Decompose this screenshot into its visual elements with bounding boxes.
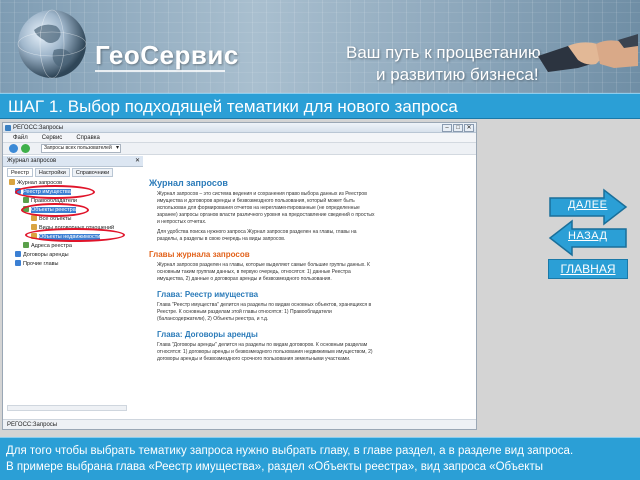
banner-slogan: Ваш путь к процветанию и развитию бизнес… xyxy=(346,42,541,86)
maximize-icon[interactable]: □ xyxy=(453,124,463,132)
close-icon[interactable]: ✕ xyxy=(464,124,474,132)
book-icon xyxy=(15,251,21,257)
tab-settings[interactable]: Настройки xyxy=(34,168,70,177)
toolbar: Запросы всех пользователей xyxy=(3,143,476,155)
slogan-line-2: и развитию бизнеса! xyxy=(376,65,539,84)
folder-icon xyxy=(9,179,15,185)
query-filter-select[interactable]: Запросы всех пользователей xyxy=(41,144,121,153)
handshake-icon xyxy=(538,34,638,72)
window-title: РЕГОСС:Запросы xyxy=(13,125,64,131)
back-icon[interactable] xyxy=(9,144,18,153)
screenshot-area: РЕГОСС:Запросы – □ ✕ Файл Сервис Справка… xyxy=(0,119,640,437)
leases-heading: Глава: Договоры аренды xyxy=(157,330,258,339)
tab-references[interactable]: Справочники xyxy=(71,168,114,177)
query-tree: Журнал запросов Реестр имущества Правооб… xyxy=(7,179,125,399)
step-title: ШАГ 1. Выбор подходящей тематики для нов… xyxy=(8,97,458,116)
add-icon[interactable] xyxy=(21,144,30,153)
highlight-ring-chapter xyxy=(15,185,95,199)
menu-help[interactable]: Справка xyxy=(76,133,100,142)
highlight-ring-query xyxy=(25,228,125,242)
menu-service[interactable]: Сервис xyxy=(42,133,63,142)
registry-text: Глава "Реестр имущества" делится на разд… xyxy=(157,302,372,322)
instruction-line-2: В примере выбрана глава «Реестр имуществ… xyxy=(6,461,543,473)
chapters-text: Журнал запросов разделен на главы, котор… xyxy=(157,262,370,282)
status-bar: РЕГОСС:Запросы xyxy=(3,419,476,429)
tab-registry[interactable]: Реестр xyxy=(7,168,33,177)
logo-underline xyxy=(95,70,225,72)
highlight-ring-section xyxy=(21,203,89,217)
tree-node[interactable]: Прочие главы xyxy=(7,260,125,269)
help-content: Журнал запросов Журнал запросов – это си… xyxy=(143,168,473,418)
step-title-bar: ШАГ 1. Выбор подходящей тематики для нов… xyxy=(0,93,640,119)
app-icon xyxy=(5,125,11,131)
back-label: НАЗАД xyxy=(568,230,608,242)
registry-heading: Глава: Реестр имущества xyxy=(157,290,259,299)
leases-text: Глава "Договоры аренды" делится на разде… xyxy=(157,342,373,362)
window-titlebar: РЕГОСС:Запросы – □ ✕ xyxy=(3,123,476,133)
minimize-icon[interactable]: – xyxy=(442,124,452,132)
document-icon xyxy=(31,224,37,230)
content-intro-2: Для удобства поиска нужного запроса Журн… xyxy=(157,229,357,242)
menu-bar: Файл Сервис Справка xyxy=(3,133,476,143)
app-window: РЕГОСС:Запросы – □ ✕ Файл Сервис Справка… xyxy=(2,122,477,430)
panel-tabs: Реестр Настройки Справочники xyxy=(7,168,114,177)
instruction-footer: Для того чтобы выбрать тематику запроса … xyxy=(0,437,640,480)
tree-node[interactable]: Адреса реестра xyxy=(7,242,125,251)
back-button[interactable]: НАЗАД xyxy=(548,219,628,257)
slogan-line-1: Ваш путь к процветанию xyxy=(346,43,541,62)
menu-file[interactable]: Файл xyxy=(13,133,28,142)
company-logo-text: ГеоСервис xyxy=(95,40,239,70)
next-label: ДАЛЕЕ xyxy=(568,199,608,211)
header-banner: ГеоСервис Ваш путь к процветанию и разви… xyxy=(0,0,640,93)
instruction-line-1: Для того чтобы выбрать тематику запроса … xyxy=(6,445,574,457)
content-title: Журнал запросов xyxy=(149,178,228,188)
tree-scrollbar[interactable] xyxy=(7,405,127,411)
tree-node[interactable]: Договоры аренды xyxy=(7,251,125,260)
chapters-heading: Главы журнала запросов xyxy=(149,250,250,259)
folder-icon xyxy=(23,197,29,203)
book-icon xyxy=(15,260,21,266)
main-page-link[interactable]: ГЛАВНАЯ xyxy=(548,259,628,279)
panel-header: Журнал запросов xyxy=(3,156,143,167)
window-controls: – □ ✕ xyxy=(442,124,474,132)
folder-icon xyxy=(23,242,29,248)
globe-logo-icon xyxy=(17,9,87,79)
content-intro: Журнал запросов – это система ведения и … xyxy=(157,191,375,225)
